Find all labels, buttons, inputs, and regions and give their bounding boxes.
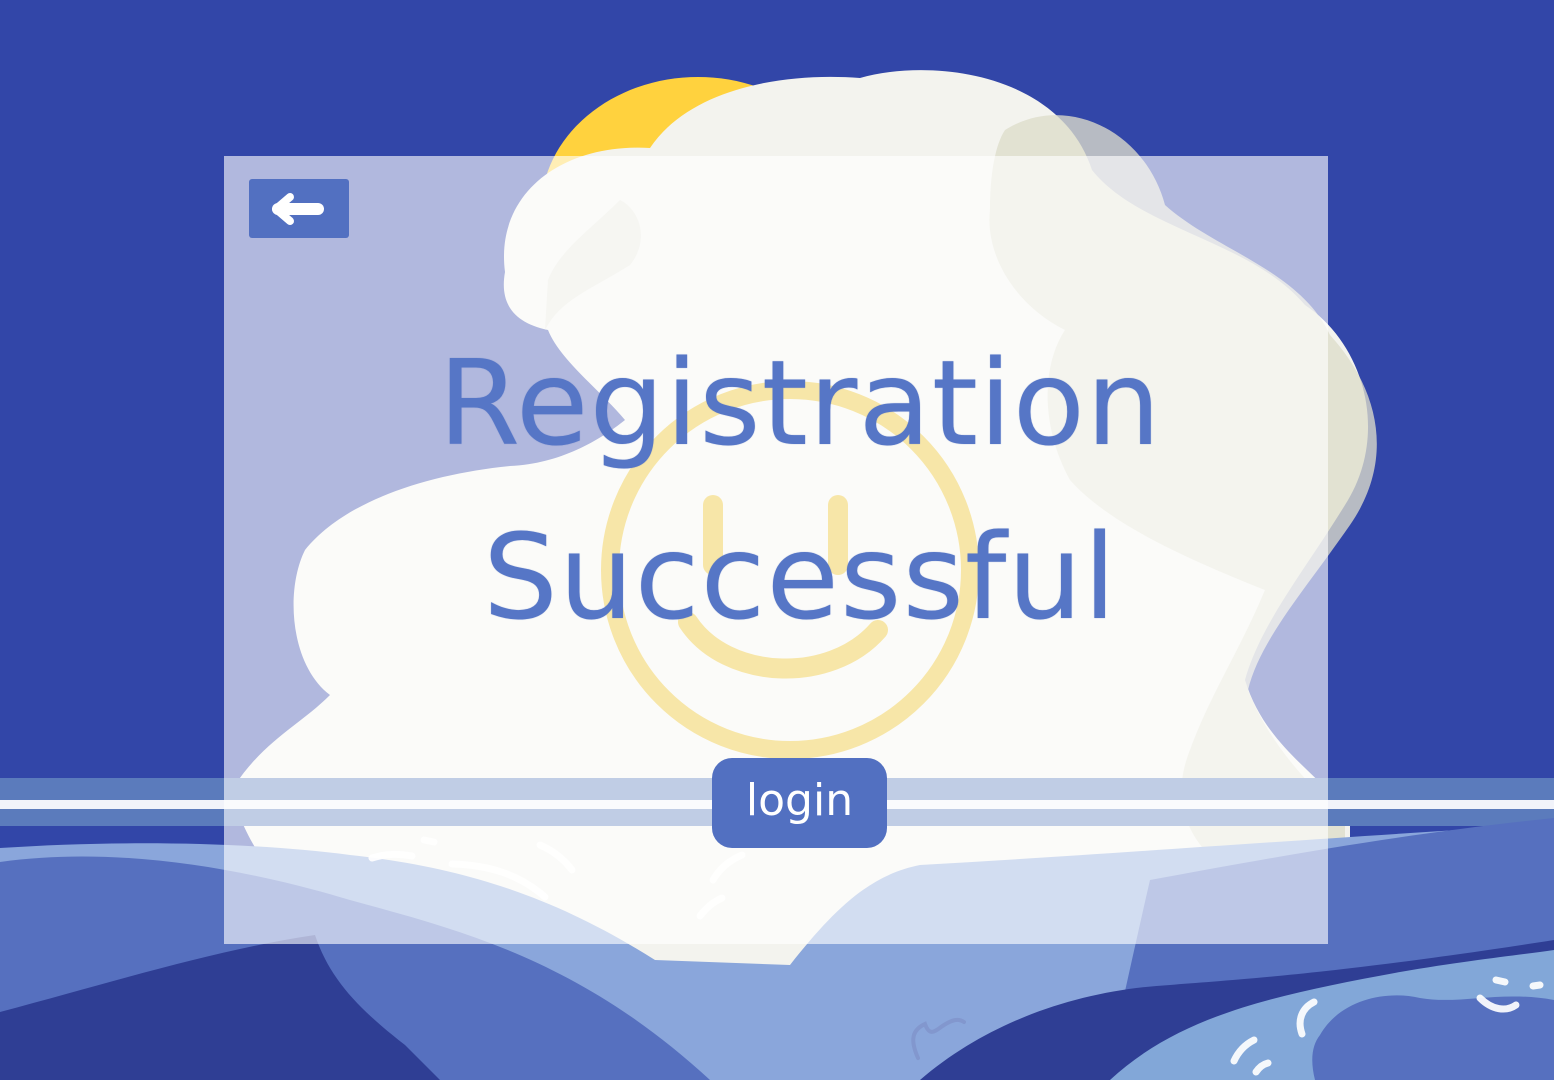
registration-success-screen: Registration Successful login bbox=[0, 0, 1554, 1080]
login-button[interactable]: login bbox=[712, 758, 887, 848]
foam-pool bbox=[1312, 995, 1554, 1080]
back-button[interactable] bbox=[249, 179, 349, 238]
arrow-left-icon bbox=[272, 192, 324, 225]
